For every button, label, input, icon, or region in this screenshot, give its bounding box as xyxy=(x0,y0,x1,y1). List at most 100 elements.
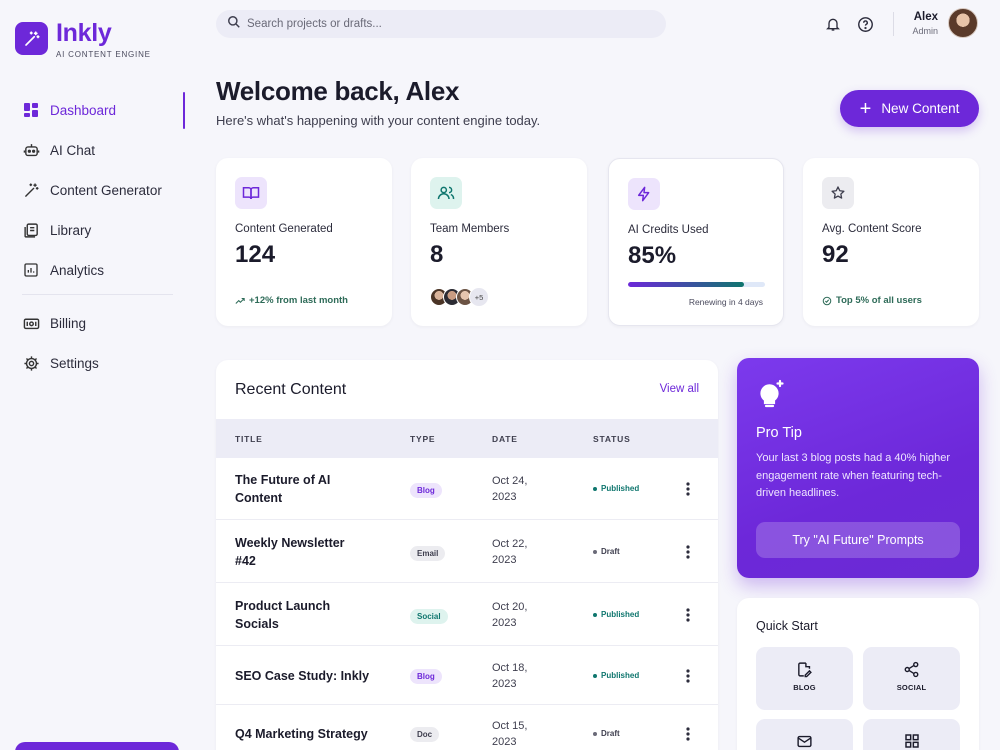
content-date: Oct 15, 2023 xyxy=(492,720,528,748)
sidebar-item-label: Settings xyxy=(50,355,99,371)
content-date: Oct 20, 2023 xyxy=(492,601,528,629)
stat-footer: +12% from last month xyxy=(249,295,348,306)
stat-rank: Top 5% of all users xyxy=(822,295,922,306)
stat-label: Avg. Content Score xyxy=(822,223,922,235)
status-badge: Draft xyxy=(593,547,620,556)
column-header-date[interactable]: DATE xyxy=(492,434,518,444)
sidebar-divider xyxy=(22,294,173,295)
edit-doc-icon xyxy=(796,660,813,678)
sidebar-item-settings[interactable]: Settings xyxy=(0,343,195,383)
brand-subtitle: AI CONTENT ENGINE xyxy=(56,50,151,59)
target-icon xyxy=(822,296,832,306)
table-header: TITLE TYPE DATE STATUS xyxy=(216,419,718,458)
stat-label: Content Generated xyxy=(235,223,333,235)
quick-start-more-button[interactable] xyxy=(863,719,960,750)
gear-icon xyxy=(22,354,40,372)
more-options-icon[interactable] xyxy=(682,480,694,498)
credits-progress-bar xyxy=(628,282,765,287)
quick-start-social-button[interactable]: SOCIAL xyxy=(863,647,960,710)
users-icon xyxy=(430,177,462,209)
sidebar-item-content-generator[interactable]: Content Generator xyxy=(0,170,195,210)
sidebar-item-ai-chat[interactable]: AI Chat xyxy=(0,130,195,170)
help-icon[interactable] xyxy=(856,15,874,33)
sidebar-item-label: Dashboard xyxy=(50,102,117,118)
sidebar-item-analytics[interactable]: Analytics xyxy=(0,250,195,290)
more-options-icon[interactable] xyxy=(682,606,694,624)
column-header-status[interactable]: STATUS xyxy=(593,434,631,444)
type-badge: Blog xyxy=(410,669,442,684)
user-role: Admin xyxy=(912,26,938,36)
sidebar-item-label: AI Chat xyxy=(50,142,96,158)
sidebar-item-billing[interactable]: Billing xyxy=(0,303,195,343)
column-header-type[interactable]: TYPE xyxy=(410,434,435,444)
sidebar-item-dashboard[interactable]: Dashboard xyxy=(0,90,195,130)
stat-value: 92 xyxy=(822,241,849,268)
analytics-icon xyxy=(22,261,40,279)
stat-value: 8 xyxy=(430,241,444,268)
search-bar[interactable] xyxy=(216,10,666,38)
topbar-divider xyxy=(893,12,894,36)
table-row[interactable]: Weekly Newsletter #42 Email Oct 22, 2023… xyxy=(216,521,718,583)
library-icon xyxy=(22,221,40,239)
try-prompts-button[interactable]: Try "AI Future" Prompts xyxy=(756,522,960,558)
share-icon xyxy=(903,660,920,678)
bell-icon[interactable] xyxy=(824,15,842,33)
sidebar-upgrade-button[interactable] xyxy=(15,742,179,750)
more-options-icon[interactable] xyxy=(682,667,694,685)
plus-icon: + xyxy=(859,97,872,120)
lightning-icon xyxy=(628,178,660,210)
avatar[interactable] xyxy=(948,8,978,38)
quick-start-blog-button[interactable]: BLOG xyxy=(756,647,853,710)
status-label: Published xyxy=(601,484,640,493)
section-title: Recent Content xyxy=(235,381,347,398)
dashboard-icon xyxy=(22,101,40,119)
book-icon xyxy=(235,177,267,209)
search-input[interactable] xyxy=(247,18,627,30)
search-icon xyxy=(227,15,241,34)
content-title: Weekly Newsletter #42 xyxy=(235,536,345,568)
trending-up-icon xyxy=(235,296,245,306)
type-badge: Doc xyxy=(410,727,440,742)
type-badge: Social xyxy=(410,609,448,624)
credits-progress-fill xyxy=(628,282,745,287)
more-members-count: +5 xyxy=(469,287,489,307)
table-row[interactable]: Product Launch Socials Social Oct 20, 20… xyxy=(216,584,718,646)
table-row[interactable]: Q4 Marketing Strategy Doc Oct 15, 2023 D… xyxy=(216,705,718,750)
pro-tip-text: Your last 3 blog posts had a 40% higher … xyxy=(756,452,951,499)
status-badge: Published xyxy=(593,610,639,619)
stat-value: 124 xyxy=(235,241,276,268)
team-avatars[interactable]: +5 xyxy=(430,287,489,307)
more-options-icon[interactable] xyxy=(682,543,694,561)
table-row[interactable]: The Future of AI Content Blog Oct 24, 20… xyxy=(216,458,718,520)
magic-wand-icon xyxy=(22,181,40,199)
sidebar-item-label: Content Generator xyxy=(50,182,162,198)
content-title: Q4 Marketing Strategy xyxy=(235,727,368,741)
status-badge: Published xyxy=(593,484,639,493)
quick-start-email-button[interactable] xyxy=(756,719,853,750)
sidebar-item-label: Library xyxy=(50,222,92,238)
brand[interactable]: Inkly AI CONTENT ENGINE xyxy=(15,20,151,59)
view-all-link[interactable]: View all xyxy=(660,383,699,395)
quick-start-title: Quick Start xyxy=(756,619,818,633)
status-label: Draft xyxy=(601,729,620,738)
content-title: The Future of AI Content xyxy=(235,473,331,505)
content-title: Product Launch Socials xyxy=(235,599,331,631)
content-date: Oct 18, 2023 xyxy=(492,662,528,690)
sidebar: Inkly AI CONTENT ENGINE Dashboard AI Cha… xyxy=(0,0,195,750)
type-badge: Blog xyxy=(410,483,442,498)
sidebar-item-library[interactable]: Library xyxy=(0,210,195,250)
welcome-header: Welcome back, Alex Here's what's happeni… xyxy=(216,76,540,128)
stat-card-ai-credits: AI Credits Used 85% Renewing in 4 days xyxy=(608,158,784,326)
mail-icon xyxy=(796,732,813,750)
more-options-icon[interactable] xyxy=(682,725,694,743)
table-row[interactable]: SEO Case Study: Inkly Blog Oct 18, 2023 … xyxy=(216,647,718,705)
stat-trend: +12% from last month xyxy=(235,295,348,306)
content-date: Oct 22, 2023 xyxy=(492,538,528,566)
user-info[interactable]: Alex Admin xyxy=(912,11,938,36)
column-header-title[interactable]: TITLE xyxy=(235,434,263,444)
sidebar-item-label: Analytics xyxy=(50,262,105,278)
new-content-button[interactable]: + New Content xyxy=(840,90,979,127)
robot-icon xyxy=(22,141,40,159)
star-icon xyxy=(822,177,854,209)
content-date: Oct 24, 2023 xyxy=(492,475,528,503)
